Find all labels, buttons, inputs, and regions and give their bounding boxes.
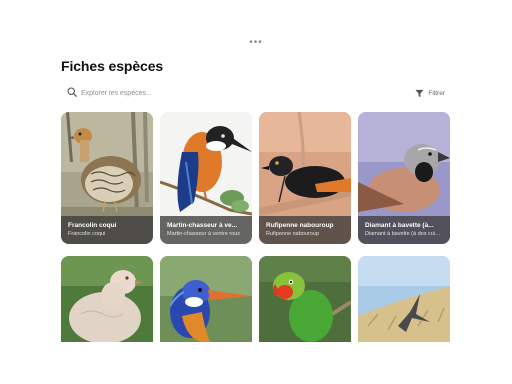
species-name: Francolin coqui xyxy=(68,222,117,229)
swift-photo xyxy=(358,256,450,342)
filter-button[interactable]: Filtrer xyxy=(415,86,445,100)
species-subtitle: Diamant à bavette (à dos cuivré) xyxy=(365,231,443,237)
species-card-7[interactable] xyxy=(259,256,351,342)
species-subtitle: Rufipenne nabouroup xyxy=(266,231,319,237)
search-icon xyxy=(67,87,77,97)
page-title: Fiches espèces xyxy=(61,58,164,74)
species-card-6[interactable] xyxy=(160,256,252,342)
card-caption: Diamant à bavette (à... Diamant à bavett… xyxy=(358,216,450,244)
card-caption: Rufipenne nabouroup Rufipenne nabouroup xyxy=(259,216,351,244)
species-card-martin-chasseur[interactable]: Martin-chasseur à ve... Martin-chasseur … xyxy=(160,112,252,244)
hen-photo xyxy=(61,256,153,342)
card-caption: Francolin coqui Francolin coqui xyxy=(61,216,153,244)
species-card-8[interactable] xyxy=(358,256,450,342)
species-name: Rufipenne nabouroup xyxy=(266,222,334,229)
filter-icon xyxy=(415,89,424,97)
species-card-rufipenne-nabouroup[interactable]: Rufipenne nabouroup Rufipenne nabouroup xyxy=(259,112,351,244)
filter-label: Filtrer xyxy=(428,89,445,97)
search-bar[interactable]: Filtrer xyxy=(61,84,451,102)
species-name: Diamant à bavette (à... xyxy=(365,222,434,229)
species-card-diamant-a-bavette[interactable]: Diamant à bavette (à... Diamant à bavett… xyxy=(358,112,450,244)
species-subtitle: Martin-chasseur à ventre roux xyxy=(167,231,241,237)
card-caption: Martin-chasseur à ve... Martin-chasseur … xyxy=(160,216,252,244)
search-input[interactable] xyxy=(81,85,321,101)
species-name: Martin-chasseur à ve... xyxy=(167,222,238,229)
species-subtitle: Francolin coqui xyxy=(68,231,106,237)
more-options-icon[interactable]: ••• xyxy=(0,38,512,48)
kingfisher-photo xyxy=(160,256,252,342)
lovebird-photo xyxy=(259,256,351,342)
species-card-5[interactable] xyxy=(61,256,153,342)
species-card-francolin-coqui[interactable]: Francolin coqui Francolin coqui xyxy=(61,112,153,244)
